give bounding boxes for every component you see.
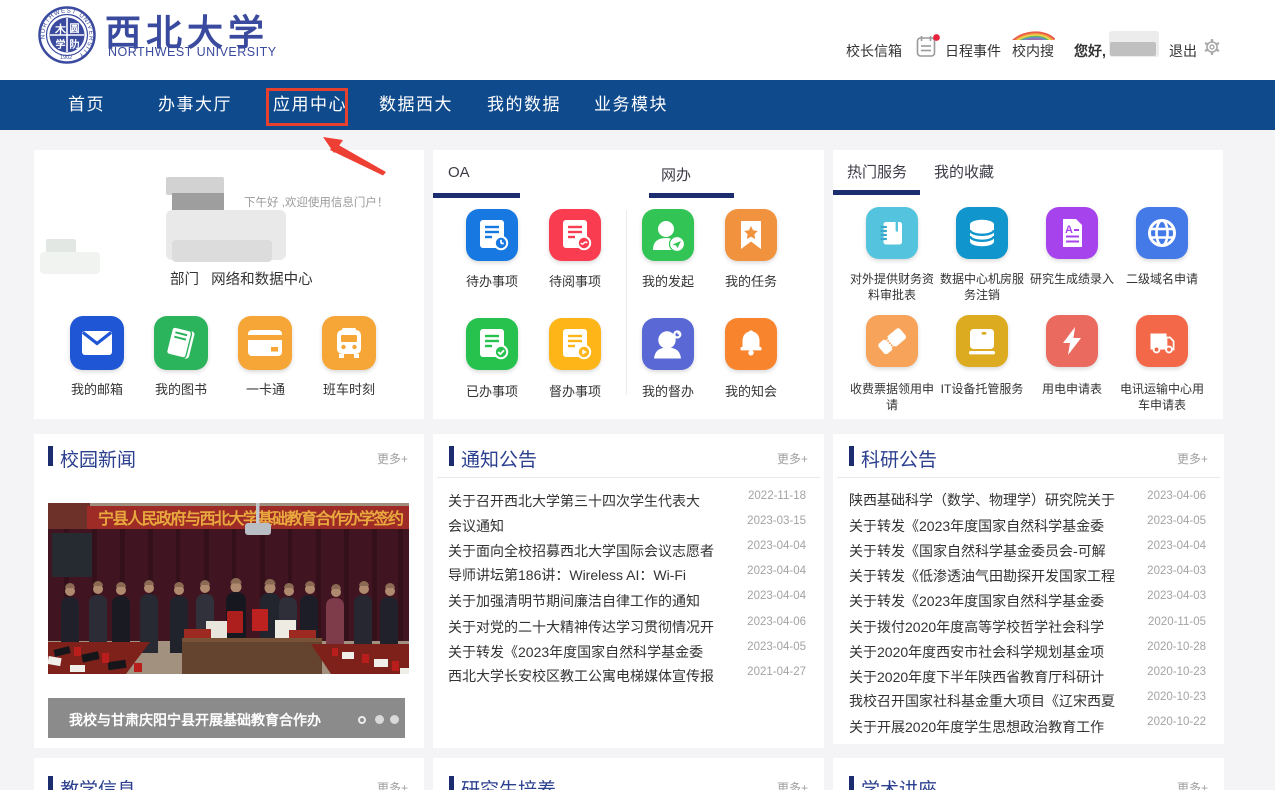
svg-text:学: 学 — [56, 38, 66, 51]
svg-text:A: A — [1065, 224, 1073, 236]
svg-text:1902: 1902 — [60, 55, 72, 61]
svg-text:圆: 圆 — [70, 23, 80, 35]
svg-text:木: 木 — [54, 22, 67, 36]
svg-text:阞: 阞 — [70, 38, 80, 51]
